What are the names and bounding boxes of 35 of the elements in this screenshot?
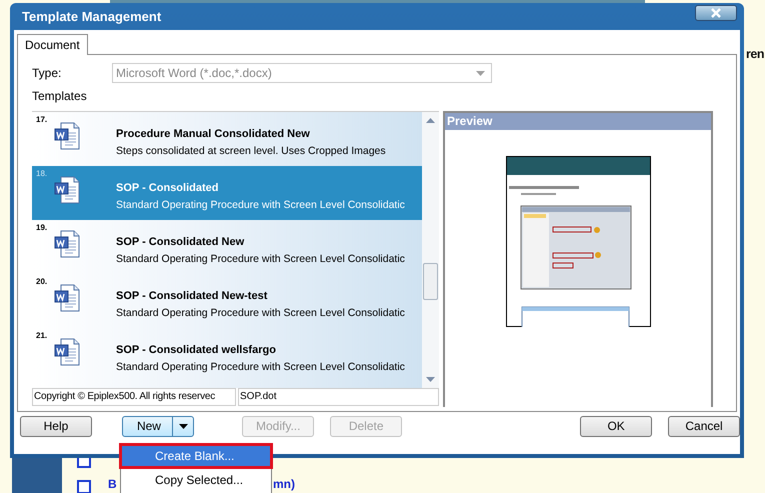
document-icon: [54, 338, 80, 366]
close-button[interactable]: [695, 4, 737, 20]
scrollbar[interactable]: [422, 112, 439, 388]
scroll-thumb[interactable]: [423, 263, 438, 300]
window-title: Template Management: [22, 9, 162, 24]
preview-title: Preview: [445, 113, 711, 130]
template-item[interactable]: 19. SOP - Consolidated New Standard Operating Procedure with Screen Level Consolidatic: [32, 220, 422, 274]
templates-label: Templates: [32, 89, 88, 105]
heading-text: ren: [746, 47, 764, 61]
button[interactable]: Help: [20, 416, 92, 436]
document-icon: [54, 284, 80, 312]
document-icon: [54, 176, 80, 204]
checkbox[interactable]: [77, 480, 91, 493]
copyright-text: Copyright © Epiplex500. All rights reservec: [32, 388, 236, 406]
scroll-up-icon: [426, 118, 435, 123]
file-name: SOP.dot: [238, 388, 439, 406]
template-item[interactable]: 21. SOP - Consolidated wellsfargo Standard Operating Procedure with Screen Level Consolidatic: [32, 328, 422, 382]
new-split-button[interactable]: New: [122, 416, 194, 436]
button[interactable]: Cancel: [668, 416, 740, 436]
tab[interactable]: Document: [17, 34, 88, 55]
close-icon: [710, 8, 722, 18]
scroll-down-icon: [426, 377, 435, 382]
template-item[interactable]: 18. SOP - Consolidated Standard Operating Procedure with Screen Level Consolidatic: [32, 166, 422, 220]
document-icon: [54, 122, 80, 150]
dropdown-arrow-icon: [476, 70, 485, 76]
option-text: mn): [273, 477, 295, 491]
option-text: B: [108, 477, 117, 491]
template-item[interactable]: 17. Procedure Manual Consolidated New Steps consolidated at screen level. Uses Cropped Images: [32, 112, 422, 166]
menu-item[interactable]: Copy Selected...: [121, 469, 271, 491]
caret-icon: [178, 424, 188, 428]
type-label: Type:: [32, 66, 62, 80]
button[interactable]: OK: [580, 416, 652, 436]
document-icon: [54, 230, 80, 258]
menu-item[interactable]: Create Blank...: [121, 445, 271, 467]
template-item[interactable]: 20. SOP - Consolidated New-test Standard Operating Procedure with Screen Level Consolidatic: [32, 274, 422, 328]
